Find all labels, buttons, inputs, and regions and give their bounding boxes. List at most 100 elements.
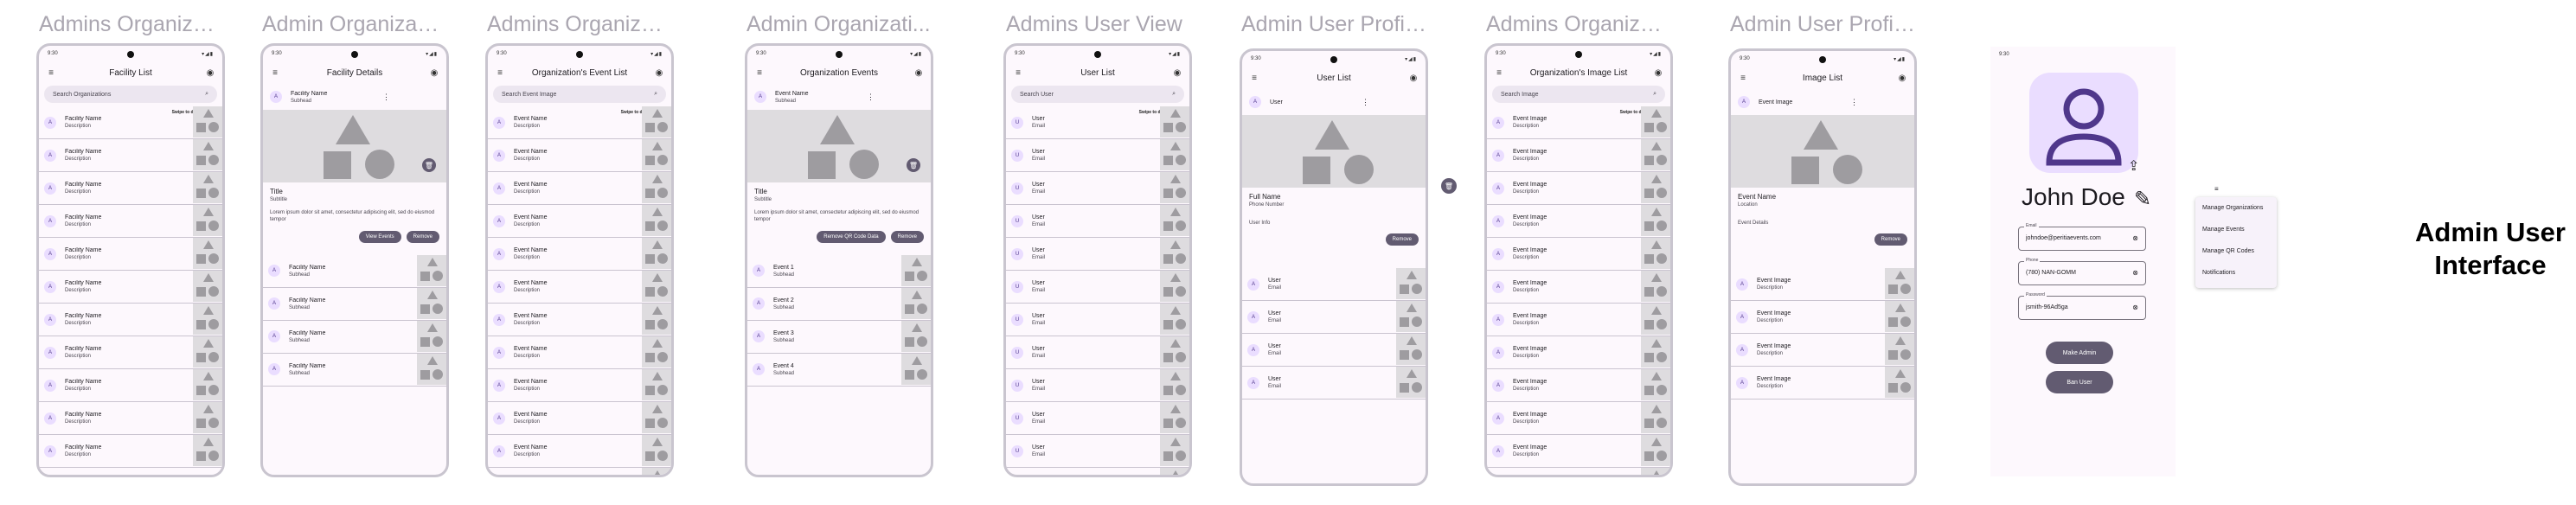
list-item[interactable]: A Facility Name Description [39, 369, 222, 402]
list-item[interactable]: A Event Name Description Swipe to delete [488, 106, 671, 139]
list-item[interactable]: AEvent ImageDescription [1487, 271, 1670, 304]
menu-item-manage-qr-codes[interactable]: Manage QR Codes [2195, 240, 2277, 262]
ban-user-button[interactable]: Ban User [2046, 371, 2113, 393]
list-item[interactable]: UUserEmail [1006, 238, 1189, 271]
menu-icon[interactable]: ≡ [754, 68, 765, 78]
list-item[interactable]: U User Email Swipe to delete [1006, 106, 1189, 139]
list-item[interactable]: A Event 4 Subhead [747, 353, 931, 387]
list-item[interactable]: A Facility Name Description [39, 304, 222, 336]
cancel-icon[interactable]: ⊗ [2132, 234, 2138, 242]
list-item[interactable]: AEvent NameDescription [488, 238, 671, 271]
list-item[interactable]: A Facility Name Subhead [263, 353, 446, 387]
menu-icon[interactable]: ≡ [2214, 185, 2219, 193]
share-icon[interactable]: ⇪ [2128, 157, 2139, 175]
list-item[interactable]: A Event 3 Subhead [747, 320, 931, 354]
search-bar[interactable]: Search Event Image ⌕ [493, 86, 666, 103]
account-icon[interactable]: ◉ [1653, 68, 1663, 78]
list-item[interactable]: A Facility Name Subhead [263, 320, 446, 354]
search-icon[interactable]: ⌕ [205, 91, 208, 98]
list-item[interactable]: A Facility Name Description [39, 238, 222, 271]
list-item[interactable]: UUserEmail [1006, 271, 1189, 304]
list-item[interactable]: AEvent ImageDescription [1487, 205, 1670, 238]
list-item[interactable]: A User Email [1242, 301, 1426, 335]
list-item[interactable]: A Facility Name Description [39, 172, 222, 205]
search-bar[interactable]: Search Organizations ⌕ [44, 86, 217, 103]
delete-icon[interactable]: 🗑 [907, 158, 920, 172]
account-icon[interactable]: ◉ [1172, 68, 1182, 78]
list-item[interactable]: AEvent ImageDescription [1487, 139, 1670, 172]
delete-icon[interactable]: 🗑 [422, 158, 436, 172]
list-item[interactable]: UUserEmail [1006, 336, 1189, 369]
edit-icon[interactable]: ✎ [2134, 187, 2151, 212]
list-item[interactable]: A User Email [1242, 268, 1426, 302]
list-item[interactable]: AEvent ImageDescription [1487, 369, 1670, 402]
account-icon[interactable]: ◉ [205, 68, 215, 78]
more-vert-icon[interactable]: ⋮ [382, 93, 390, 102]
menu-icon[interactable]: ≡ [46, 68, 56, 78]
menu-icon[interactable]: ≡ [1249, 74, 1259, 83]
action-button[interactable]: Remove [1874, 233, 1907, 246]
menu-icon[interactable]: ≡ [1738, 74, 1748, 83]
list-item[interactable]: A Facility Name Description [39, 435, 222, 468]
list-item[interactable]: AEvent ImageDescription [1487, 336, 1670, 369]
search-bar[interactable]: Search User ⌕ [1011, 86, 1184, 103]
list-item[interactable]: A Facility Name Description [39, 205, 222, 238]
action-button[interactable]: Remove [406, 230, 439, 243]
list-item[interactable]: AEvent NameDescription [488, 435, 671, 468]
list-item[interactable]: AEvent ImageDescription [1731, 334, 1914, 368]
menu-item-manage-events[interactable]: Manage Events [2195, 219, 2277, 240]
list-item[interactable]: AEvent ImageDescription [1731, 367, 1914, 400]
list-item[interactable]: AEvent NameDescription [488, 304, 671, 336]
account-icon[interactable]: ◉ [1897, 74, 1907, 83]
list-item[interactable]: AEvent ImageDescription [1487, 238, 1670, 271]
list-item[interactable]: AEvent NameDescription [488, 205, 671, 238]
menu-icon[interactable]: ≡ [495, 68, 505, 78]
list-item[interactable]: AEvent ImageDescription [1487, 402, 1670, 435]
delete-icon[interactable]: 🗑 [1441, 178, 1457, 194]
account-icon[interactable]: ◉ [913, 68, 924, 78]
menu-icon[interactable]: ≡ [1494, 68, 1504, 78]
action-button[interactable]: Remove [1385, 233, 1419, 246]
search-icon[interactable]: ⌕ [654, 91, 657, 98]
list-item[interactable]: UUserEmail [1006, 402, 1189, 435]
list-item[interactable]: AEvent ImageDescription [1487, 435, 1670, 468]
account-icon[interactable]: ◉ [1408, 74, 1419, 83]
more-vert-icon[interactable]: ⋮ [1850, 98, 1858, 107]
menu-item-manage-organizations[interactable]: Manage Organizations [2195, 197, 2277, 219]
list-item[interactable]: AEvent NameDescription [488, 468, 671, 475]
make-admin-button[interactable]: Make Admin [2046, 342, 2113, 364]
menu-icon[interactable]: ≡ [1013, 68, 1023, 78]
cancel-icon[interactable]: ⊗ [2132, 269, 2138, 277]
list-item[interactable]: A Facility Name Description [39, 271, 222, 304]
menu-item-notifications[interactable]: Notifications [2195, 262, 2277, 284]
list-item[interactable]: AEvent NameDescription [488, 139, 671, 172]
list-item[interactable]: UUserEmail [1006, 205, 1189, 238]
action-button[interactable]: Remove QR Code Data [817, 230, 886, 243]
email-field[interactable]: Email johndoe@peritiaevents.com ⊗ [2018, 223, 2146, 251]
list-item[interactable]: UUserEmail [1006, 468, 1189, 475]
list-item[interactable]: AEvent NameDescription [488, 369, 671, 402]
list-item[interactable]: A Facility Name Description [39, 139, 222, 172]
list-item[interactable]: A User Email [1242, 367, 1426, 400]
search-icon[interactable]: ⌕ [1172, 91, 1176, 98]
list-item[interactable]: UUserEmail [1006, 369, 1189, 402]
list-item[interactable]: UUserEmail [1006, 304, 1189, 336]
phone-field[interactable]: Phone (780) NAN-GOMM ⊗ [2018, 258, 2146, 285]
list-item[interactable]: A Event Image Description Swipe to delete [1487, 106, 1670, 139]
account-icon[interactable]: ◉ [654, 68, 664, 78]
list-item[interactable]: UUserEmail [1006, 139, 1189, 172]
list-item[interactable]: A Facility Name Description [39, 402, 222, 435]
action-button[interactable]: Remove [890, 230, 924, 243]
list-item[interactable]: AEvent NameDescription [488, 402, 671, 435]
search-icon[interactable]: ⌕ [1653, 91, 1656, 98]
password-field[interactable]: Password jsmith-96Ad5ga ⊗ [2018, 292, 2146, 320]
list-item[interactable]: AEvent ImageDescription [1487, 172, 1670, 205]
list-item[interactable]: AEvent ImageDescription [1487, 304, 1670, 336]
list-item[interactable]: A Event 1 Subhead [747, 254, 931, 288]
list-item[interactable]: AEvent ImageDescription [1487, 468, 1670, 475]
more-vert-icon[interactable]: ⋮ [867, 93, 875, 102]
list-item[interactable]: UUserEmail [1006, 435, 1189, 468]
list-item[interactable]: A Facility Name Description Swipe to delete [39, 106, 222, 139]
list-item[interactable]: AEvent NameDescription [488, 271, 671, 304]
list-item[interactable]: AEvent ImageDescription [1731, 268, 1914, 302]
